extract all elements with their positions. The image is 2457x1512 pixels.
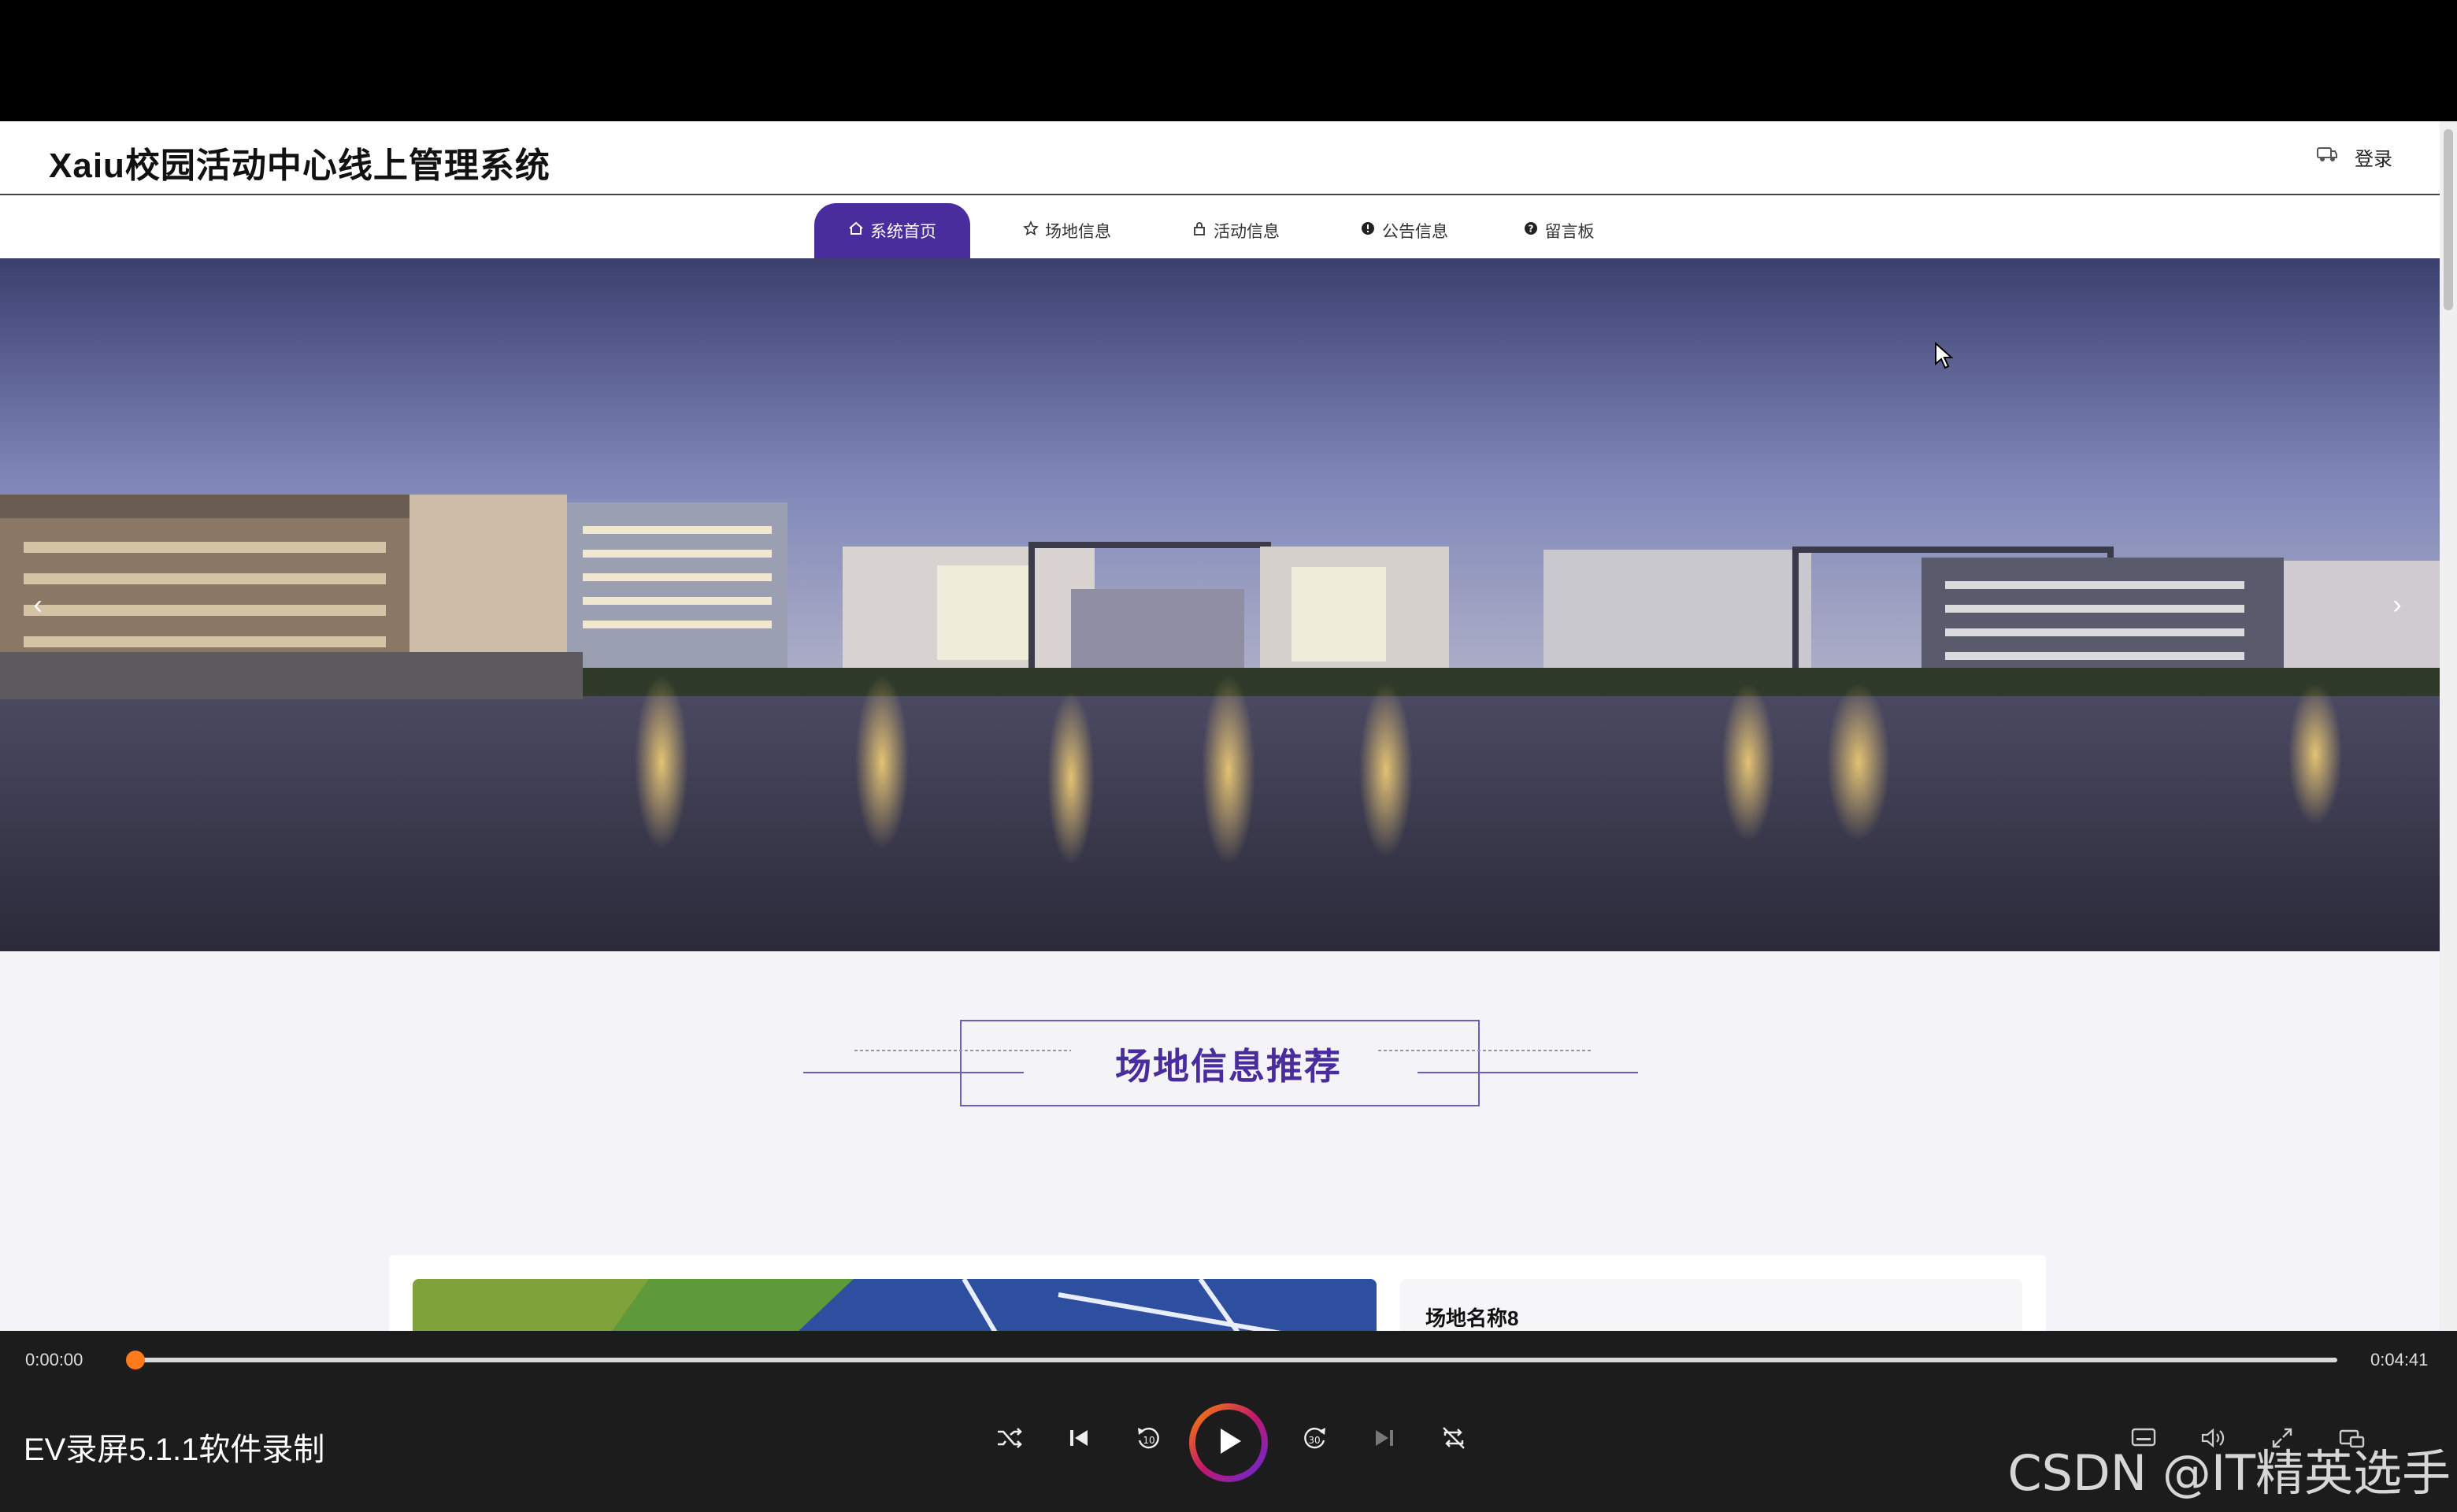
campus-night-photo (0, 258, 2440, 951)
question-icon: ? (1523, 220, 1539, 241)
section-title: 场地信息推荐 (1115, 1046, 1342, 1087)
info-icon (1360, 220, 1376, 241)
venue-card[interactable]: 场地名称8 (389, 1255, 2046, 1331)
tennis-court-photo (413, 1279, 1377, 1331)
hero-carousel: ‹ › (0, 258, 2440, 951)
svg-text:10: 10 (1143, 1435, 1154, 1446)
nav-item-message-board[interactable]: ? 留言板 (1507, 203, 1610, 258)
nav-item-label: 留言板 (1544, 223, 1595, 241)
skip-next-icon (1369, 1423, 1399, 1457)
login-link[interactable]: 登录 (2317, 143, 2392, 171)
recorder-label: EV录屏5.1.1软件录制 (24, 1432, 325, 1467)
site-header: Xaiu校园活动中心线上管理系统 登录 (0, 121, 2440, 195)
carousel-prev-arrow[interactable]: ‹ (22, 589, 54, 621)
next-button[interactable] (1362, 1418, 1406, 1462)
watermark: CSDN @IT精英选手 (2007, 1444, 2451, 1502)
nav-item-label: 场地信息 (1045, 223, 1111, 241)
carousel-next-arrow[interactable]: › (2381, 589, 2413, 621)
forward-30-icon: 30 (1300, 1423, 1330, 1457)
play-button-inner (1195, 1410, 1262, 1476)
main-nav: 系统首页 场地信息 活动信息 公告信息 ? 留言板 (0, 195, 2440, 258)
video-player-controls: 0:00:00 0:04:41 EV录屏5.1.1软件录制 10 30 CSDN… (0, 1331, 2457, 1512)
page-scrollbar[interactable] (2440, 121, 2457, 1331)
browser-viewport: Xaiu校园活动中心线上管理系统 登录 系统首页 场地信息 活动信息 公告信息 … (0, 121, 2457, 1331)
svg-text:30: 30 (1308, 1435, 1320, 1446)
nav-item-label: 公告信息 (1382, 223, 1448, 241)
site-title: Xaiu校园活动中心线上管理系统 (49, 146, 550, 185)
shuffle-button[interactable] (988, 1418, 1032, 1462)
mouse-cursor-icon (1935, 342, 1953, 369)
current-time: 0:00:00 (25, 1350, 83, 1369)
total-time: 0:04:41 (2370, 1350, 2429, 1369)
svg-text:?: ? (1528, 224, 1533, 235)
repeat-off-icon (1439, 1423, 1469, 1457)
nav-item-venues[interactable]: 场地信息 (1008, 203, 1126, 258)
nav-item-notices[interactable]: 公告信息 (1345, 203, 1463, 258)
venue-name: 场地名称8 (1425, 1306, 1519, 1330)
nav-item-home[interactable]: 系统首页 (814, 203, 970, 258)
scrollbar-thumb[interactable] (2444, 129, 2453, 310)
progress-knob[interactable] (126, 1351, 145, 1369)
login-label: 登录 (2355, 149, 2392, 170)
venue-image[interactable] (413, 1279, 1377, 1331)
rewind-10-icon: 10 (1133, 1423, 1163, 1457)
home-icon (848, 220, 864, 241)
rewind-10-button[interactable]: 10 (1126, 1418, 1170, 1462)
repeat-button[interactable] (1432, 1418, 1476, 1462)
section-heading: 场地信息推荐 (803, 1019, 1654, 1114)
login-icon (2317, 146, 2337, 169)
nav-item-label: 活动信息 (1214, 223, 1280, 241)
star-icon (1023, 220, 1039, 241)
skip-previous-icon (1064, 1423, 1094, 1457)
play-icon (1213, 1425, 1244, 1461)
nav-item-activities[interactable]: 活动信息 (1177, 203, 1295, 258)
shuffle-icon (995, 1423, 1025, 1457)
forward-30-button[interactable]: 30 (1293, 1418, 1337, 1462)
lock-icon (1191, 220, 1207, 241)
progress-track[interactable] (126, 1351, 2337, 1369)
venue-info: 场地名称8 (1400, 1279, 2022, 1331)
nav-item-label: 系统首页 (870, 223, 936, 241)
play-button[interactable] (1189, 1403, 1268, 1482)
previous-button[interactable] (1057, 1418, 1101, 1462)
